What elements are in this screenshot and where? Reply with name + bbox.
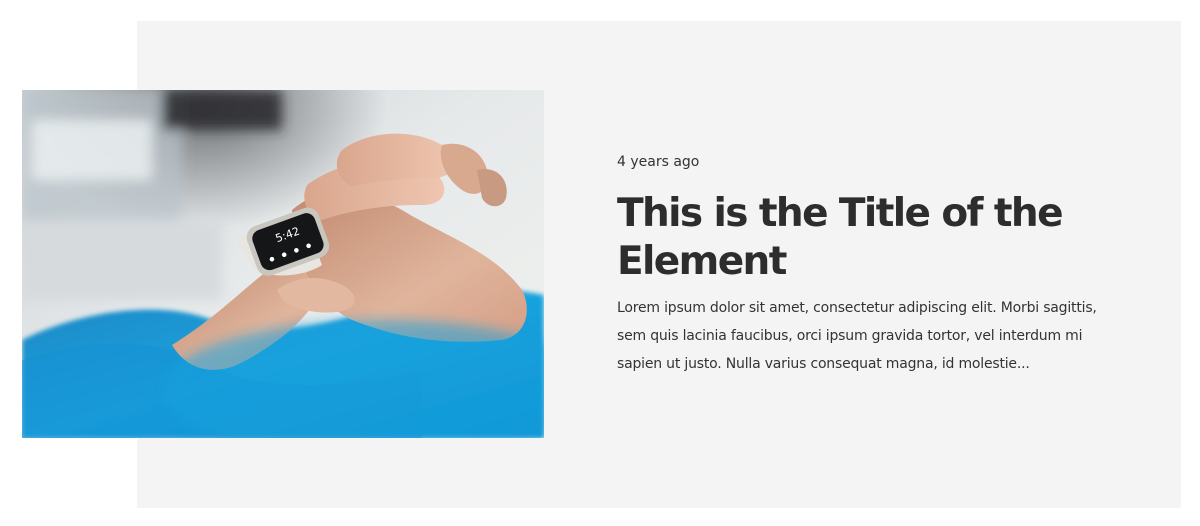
post-card: 5:42 4 years ago This is the Title of th… <box>0 0 1200 526</box>
featured-image-link[interactable]: 5:42 <box>22 90 544 438</box>
post-title[interactable]: This is the Title of the Element <box>617 190 1097 286</box>
post-date: 4 years ago <box>617 154 700 170</box>
post-excerpt: Lorem ipsum dolor sit amet, consectetur … <box>617 300 1097 372</box>
post-content: 4 years ago This is the Title of the Ele… <box>617 150 1097 378</box>
smartwatch-photo: 5:42 <box>22 90 544 438</box>
